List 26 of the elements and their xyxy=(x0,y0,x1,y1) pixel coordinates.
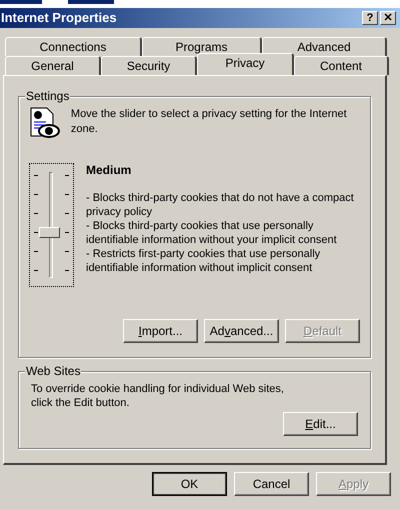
tab[interactable]: Connections xyxy=(5,37,142,56)
privacy-slider[interactable] xyxy=(29,163,74,287)
level-description: - Restricts first-party cookies that use personally identifiable information without implicit consent xyxy=(86,247,322,275)
privacy-document-icon xyxy=(29,107,61,139)
level-name: Medium xyxy=(86,162,132,179)
level-description: - Blocks third-party cookies that do not have a compact privacy policy xyxy=(86,191,355,219)
tab[interactable]: Security xyxy=(101,56,197,75)
advanced-button[interactable]: Advanced... xyxy=(204,319,279,343)
web-sites-text: To override cookie handling for individual Web sites, click the Edit button. xyxy=(31,382,285,410)
group-title: Web Sites xyxy=(25,364,82,378)
help-button[interactable]: ? xyxy=(362,11,378,25)
window-title: Internet Properties xyxy=(1,9,118,28)
edit-button[interactable]: Edit... xyxy=(283,412,358,436)
tab[interactable]: General xyxy=(5,56,101,75)
slider-thumb[interactable] xyxy=(39,226,60,238)
level-description: - Blocks third-party cookies that use personally identifiable information without your implicit consent xyxy=(86,219,338,247)
tab[interactable]: Content xyxy=(294,56,389,75)
group-title: Settings xyxy=(25,89,70,103)
settings-intro: Move the slider to select a privacy setting for the Internet zone. xyxy=(70,107,348,137)
tab[interactable]: Advanced xyxy=(262,37,387,56)
cancel-button[interactable]: Cancel xyxy=(234,472,309,496)
tab[interactable]: Programs xyxy=(142,37,262,56)
ok-button[interactable]: OK xyxy=(152,472,227,496)
close-button[interactable]: ✕ xyxy=(380,11,396,25)
import-button[interactable]: Import... xyxy=(123,319,198,343)
tab[interactable]: Privacy xyxy=(197,53,294,75)
